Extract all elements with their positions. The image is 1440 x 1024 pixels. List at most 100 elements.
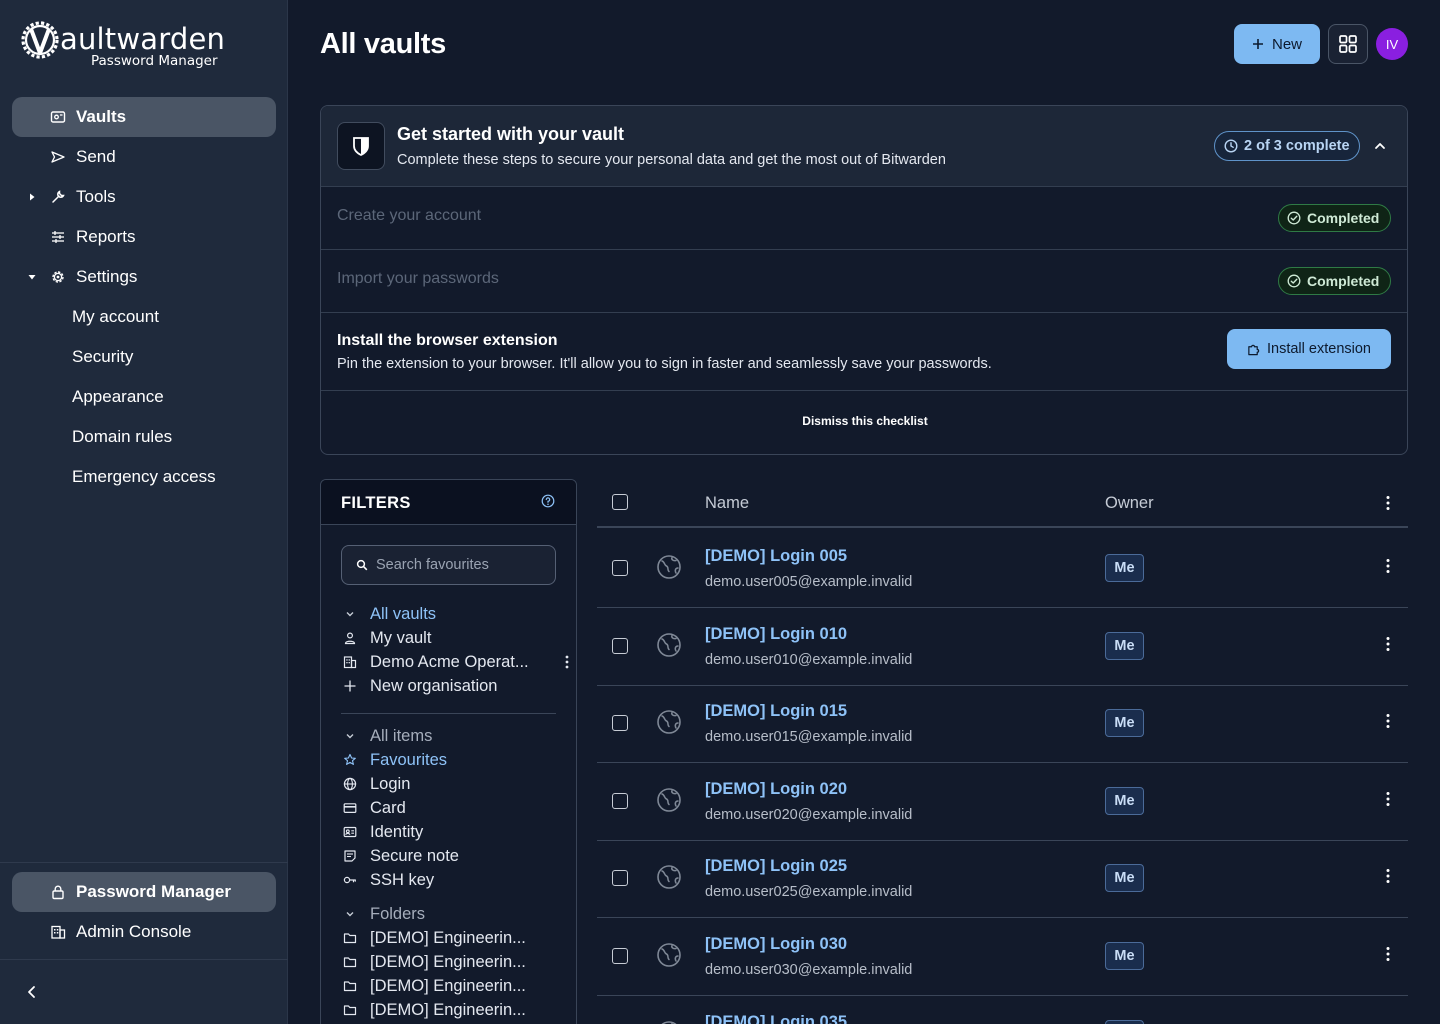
row-checkbox[interactable] xyxy=(612,948,628,964)
filter-folder[interactable]: [DEMO] Engineerin... xyxy=(343,999,558,1021)
credit-card-icon xyxy=(343,803,357,814)
item-name-link[interactable]: [DEMO] Login 035 xyxy=(705,1013,847,1024)
item-name-link[interactable]: [DEMO] Login 025 xyxy=(705,857,847,876)
sidebar-item-label: My account xyxy=(72,307,159,326)
sidebar-item-label: Vaults xyxy=(76,107,127,126)
filter-folder[interactable]: [DEMO] Engineerin... xyxy=(343,975,558,997)
sidebar-item-domain-rules[interactable]: Domain rules xyxy=(12,417,276,457)
table-row[interactable]: [DEMO] Login 030 demo.user030@example.inv… xyxy=(597,918,1408,996)
filter-identity[interactable]: Identity xyxy=(343,821,558,843)
building-icon xyxy=(343,656,357,669)
row-checkbox[interactable] xyxy=(612,793,628,809)
row-options-icon[interactable] xyxy=(1386,636,1390,652)
sidebar-item-my-account[interactable]: My account xyxy=(12,297,276,337)
item-name-link[interactable]: [DEMO] Login 010 xyxy=(705,625,847,644)
help-icon[interactable] xyxy=(541,494,555,508)
table-row[interactable]: [DEMO] Login 020 demo.user020@example.inv… xyxy=(597,763,1408,841)
filter-secure-note[interactable]: Secure note xyxy=(343,845,558,867)
select-all-checkbox[interactable] xyxy=(612,494,628,510)
account-avatar[interactable]: IV xyxy=(1376,28,1408,60)
table-header: Name Owner xyxy=(597,479,1408,528)
filter-card[interactable]: Card xyxy=(343,797,558,819)
globe-icon xyxy=(657,943,681,967)
filters-header: FILTERS xyxy=(321,480,576,525)
filter-folders-heading[interactable]: Folders xyxy=(343,903,558,925)
chevron-up-icon[interactable] xyxy=(1373,139,1387,153)
owner-badge: Me xyxy=(1105,787,1144,815)
row-options-icon[interactable] xyxy=(1386,946,1390,962)
new-item-button[interactable]: New xyxy=(1234,24,1320,64)
dismiss-checklist-link[interactable]: Dismiss this checklist xyxy=(321,414,1407,428)
filter-ssh-key[interactable]: SSH key xyxy=(343,869,558,891)
owner-badge: Me xyxy=(1105,709,1144,737)
more-options-icon[interactable] xyxy=(565,655,569,669)
filter-all-items[interactable]: All items xyxy=(343,725,558,747)
item-name-link[interactable]: [DEMO] Login 030 xyxy=(705,935,847,954)
table-row[interactable]: [DEMO] Login 010 demo.user010@example.inv… xyxy=(597,608,1408,686)
row-options-icon[interactable] xyxy=(1386,713,1390,729)
filter-label: Favourites xyxy=(370,750,448,769)
filter-label: Card xyxy=(370,798,406,817)
vaultwarden-logo[interactable]: aultwarden Password Manager xyxy=(20,20,260,72)
row-options-icon[interactable] xyxy=(1386,868,1390,884)
checklist-step-import-passwords: Import your passwords Completed xyxy=(321,249,1407,312)
table-row[interactable]: [DEMO] Login 035 Me xyxy=(597,996,1408,1024)
sidebar-item-send[interactable]: Send xyxy=(12,137,276,177)
sidebar-item-password-manager[interactable]: Password Manager xyxy=(12,872,276,912)
logo-wordmark: aultwarden xyxy=(60,22,226,56)
column-header-name[interactable]: Name xyxy=(705,494,749,513)
search-input[interactable] xyxy=(376,546,546,584)
clock-icon xyxy=(1224,139,1238,153)
gear-v-logo-icon xyxy=(21,21,59,59)
sidebar-item-appearance[interactable]: Appearance xyxy=(12,377,276,417)
checklist-header[interactable]: Get started with your vault Complete the… xyxy=(321,106,1407,186)
item-name-link[interactable]: [DEMO] Login 015 xyxy=(705,702,847,721)
sidebar-item-label: Settings xyxy=(76,267,138,286)
filter-favourites[interactable]: Favourites xyxy=(343,749,558,771)
gear-icon xyxy=(52,271,64,283)
filter-all-vaults[interactable]: All vaults xyxy=(343,603,558,625)
filter-folder[interactable]: [DEMO] Engineerin... xyxy=(343,951,558,973)
filter-login[interactable]: Login xyxy=(343,773,558,795)
sidebar-item-emergency-access[interactable]: Emergency access xyxy=(12,457,276,497)
product-switcher-button[interactable] xyxy=(1328,24,1368,64)
filter-label: All vaults xyxy=(370,604,437,623)
filters-panel: FILTERS All vaults My vault Demo Acme Op… xyxy=(320,479,577,1024)
row-checkbox[interactable] xyxy=(612,715,628,731)
row-options-icon[interactable] xyxy=(1386,558,1390,574)
sidebar-item-label: Admin Console xyxy=(76,922,192,941)
filter-organization[interactable]: Demo Acme Operat... xyxy=(343,651,569,673)
page-title: All vaults xyxy=(320,28,446,60)
item-name-link[interactable]: [DEMO] Login 020 xyxy=(705,780,847,799)
new-button-label: New xyxy=(1271,35,1302,53)
column-header-owner[interactable]: Owner xyxy=(1105,494,1154,513)
row-options-icon[interactable] xyxy=(1386,791,1390,807)
owner-badge: Me xyxy=(1105,942,1144,970)
install-extension-button[interactable]: Install extension xyxy=(1227,329,1391,369)
row-checkbox[interactable] xyxy=(612,870,628,886)
search-field[interactable] xyxy=(341,545,556,585)
checklist-subtitle: Complete these steps to secure your pers… xyxy=(397,152,946,168)
item-name-link[interactable]: [DEMO] Login 005 xyxy=(705,547,847,566)
sidebar-item-tools[interactable]: Tools xyxy=(12,177,276,217)
row-checkbox[interactable] xyxy=(612,638,628,654)
table-row[interactable]: [DEMO] Login 005 demo.user005@example.inv… xyxy=(597,530,1408,608)
sidebar-item-admin-console[interactable]: Admin Console xyxy=(12,912,276,952)
filter-new-organisation[interactable]: New organisation xyxy=(343,675,558,697)
folder-icon xyxy=(343,981,357,992)
sidebar-item-security[interactable]: Security xyxy=(12,337,276,377)
filter-folder[interactable]: [DEMO] Engineerin... xyxy=(343,927,558,949)
table-options-icon[interactable] xyxy=(1386,495,1390,511)
sidebar-item-reports[interactable]: Reports xyxy=(12,217,276,257)
globe-icon xyxy=(657,788,681,812)
filter-my-vault[interactable]: My vault xyxy=(343,627,558,649)
sidebar-item-settings[interactable]: Settings xyxy=(12,257,276,297)
search-icon xyxy=(356,559,368,571)
row-checkbox[interactable] xyxy=(612,560,628,576)
table-row[interactable]: [DEMO] Login 025 demo.user025@example.inv… xyxy=(597,840,1408,918)
sidebar-item-vaults[interactable]: Vaults xyxy=(12,97,276,137)
collapse-sidebar-icon[interactable] xyxy=(22,982,42,1002)
user-icon xyxy=(344,632,356,645)
folder-icon xyxy=(343,933,357,944)
table-row[interactable]: [DEMO] Login 015 demo.user015@example.inv… xyxy=(597,685,1408,763)
